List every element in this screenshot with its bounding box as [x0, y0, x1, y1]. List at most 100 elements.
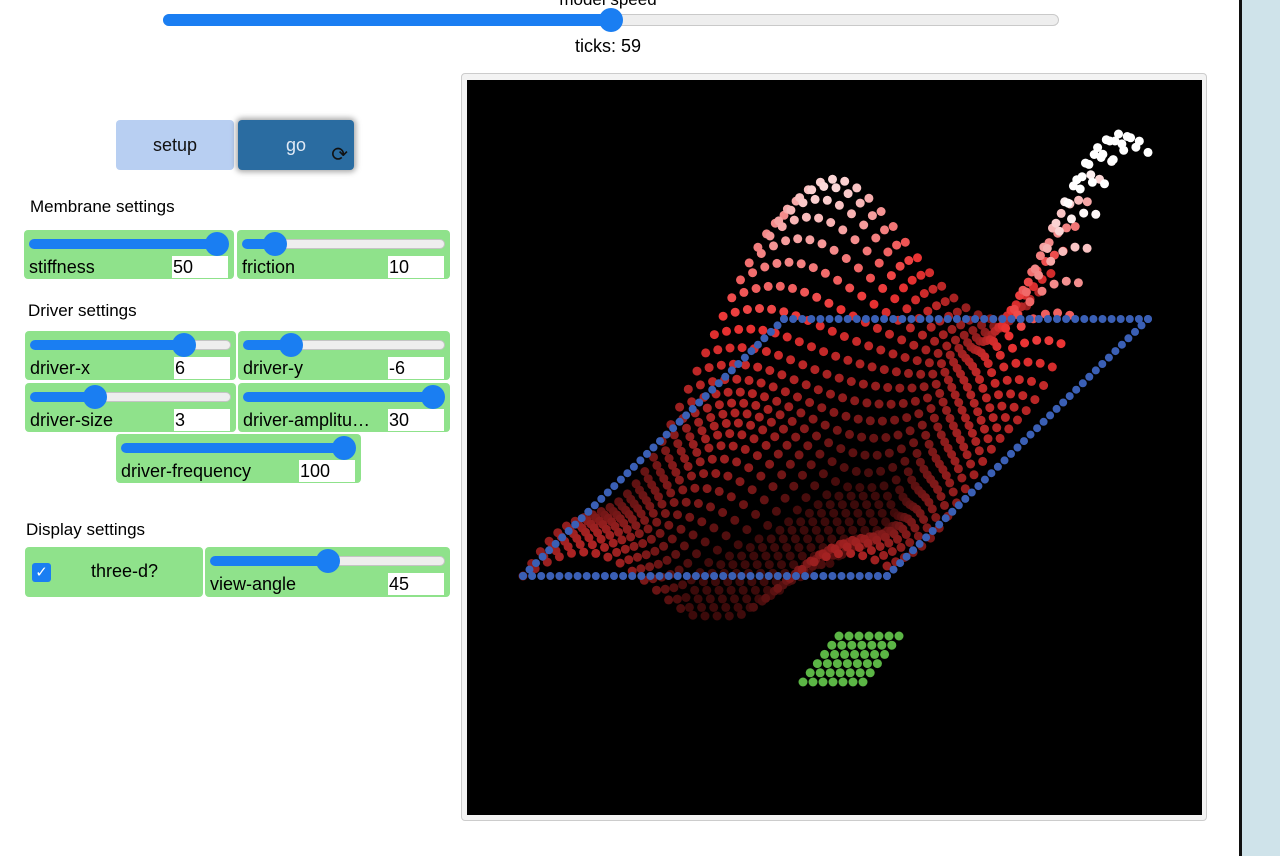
membrane-point	[962, 382, 972, 392]
setup-button[interactable]: setup	[116, 120, 234, 170]
plane-edge-point	[1052, 404, 1061, 413]
membrane-point	[1105, 136, 1115, 146]
slider-thumb[interactable]	[263, 232, 288, 256]
plane-edge-point	[989, 315, 998, 323]
plane-edge-point	[773, 572, 782, 580]
membrane-point	[866, 546, 876, 555]
membrane-point	[785, 551, 795, 561]
three-d-switch[interactable]: ✓ three-d?	[25, 547, 203, 597]
membrane-point	[928, 369, 938, 379]
membrane-point	[923, 306, 933, 316]
plane-edge-point	[1107, 315, 1116, 323]
plane-edge-point	[714, 379, 723, 388]
slider-value[interactable]: 45	[388, 573, 444, 595]
membrane-point	[905, 538, 915, 547]
membrane-point	[900, 237, 910, 247]
driver-y-slider[interactable]: driver-y -6	[238, 331, 450, 380]
membrane-point	[969, 398, 979, 408]
slider-thumb[interactable]	[83, 385, 108, 409]
membrane-point	[1072, 175, 1082, 185]
driver-size-slider[interactable]: driver-size 3	[25, 383, 236, 432]
plane-edge-point	[971, 315, 980, 323]
plane-edge-point	[883, 572, 891, 580]
plane-edge-point	[896, 559, 905, 568]
stiffness-slider[interactable]: stiffness 50	[24, 230, 234, 279]
membrane-point	[744, 463, 754, 473]
slider-value[interactable]: 10	[388, 256, 444, 278]
go-button[interactable]: go ⟳	[238, 120, 354, 170]
plane-edge-point	[728, 572, 737, 580]
membrane-point	[664, 520, 674, 530]
membrane-point	[807, 185, 817, 195]
slider-value[interactable]: 6	[174, 357, 230, 379]
membrane-point	[727, 293, 737, 303]
membrane-point	[907, 383, 917, 393]
membrane-point	[953, 464, 963, 474]
membrane-point	[1079, 208, 1089, 218]
driver-frequency-slider[interactable]: driver-frequency 100	[116, 434, 361, 483]
slider-thumb[interactable]	[171, 333, 196, 357]
membrane-point	[800, 287, 810, 297]
slider-value[interactable]: -6	[388, 357, 444, 379]
membrane-point	[898, 398, 908, 408]
membrane-point	[858, 491, 868, 501]
model-speed-thumb[interactable]	[599, 8, 623, 32]
membrane-point	[888, 462, 898, 472]
membrane-point	[1032, 335, 1042, 345]
membrane-point	[867, 362, 877, 372]
membrane-point	[614, 527, 623, 537]
plane-edge-point	[1007, 315, 1016, 323]
plane-edge-point	[637, 572, 646, 580]
view-angle-slider[interactable]: view-angle 45	[205, 547, 450, 597]
plane-edge-point	[1034, 315, 1043, 323]
membrane-point	[789, 375, 799, 385]
membrane-point	[724, 611, 734, 621]
driver-patch-point	[894, 631, 904, 641]
plane-edge-point	[740, 353, 749, 362]
membrane-point	[845, 283, 855, 293]
membrane-point	[712, 545, 722, 555]
driver-patch-point	[865, 668, 875, 678]
slider-value[interactable]: 50	[172, 256, 228, 278]
membrane-point	[904, 256, 914, 265]
slider-value[interactable]: 3	[174, 409, 230, 431]
slider-fill	[121, 443, 344, 453]
plane-edge-point	[871, 315, 879, 323]
membrane-point	[815, 534, 825, 544]
slider-thumb[interactable]	[315, 549, 340, 573]
slider-thumb[interactable]	[278, 333, 303, 357]
check-icon[interactable]: ✓	[32, 563, 51, 582]
membrane-point	[657, 499, 667, 509]
membrane-point	[851, 466, 861, 476]
membrane-point	[850, 235, 860, 245]
driver-patch-point	[820, 649, 830, 659]
membrane-point	[843, 189, 853, 199]
membrane-point	[822, 369, 832, 379]
plane-edge-point	[673, 572, 682, 580]
driver-amplitude-slider[interactable]: driver-amplitu… 30	[238, 383, 450, 432]
membrane-point	[832, 517, 842, 527]
membrane-point	[815, 449, 825, 459]
slider-value[interactable]: 100	[299, 460, 355, 482]
slider-thumb[interactable]	[332, 436, 356, 460]
membrane-point	[777, 222, 787, 232]
world-view[interactable]	[467, 80, 1202, 815]
driver-patch-point	[870, 649, 880, 659]
membrane-point	[671, 467, 681, 477]
plane-edge-point	[643, 449, 651, 458]
slider-value[interactable]: 30	[388, 409, 444, 431]
membrane-point	[893, 430, 903, 440]
membrane-point	[978, 456, 988, 466]
friction-slider[interactable]: friction 10	[237, 230, 450, 279]
driver-x-slider[interactable]: driver-x 6	[25, 331, 236, 380]
membrane-point	[756, 378, 766, 388]
membrane-point	[1011, 358, 1021, 368]
membrane-point	[742, 409, 752, 419]
membrane-point	[725, 343, 735, 353]
slider-thumb[interactable]	[421, 385, 445, 409]
plane-edge-point	[801, 572, 810, 580]
membrane-point	[641, 550, 651, 560]
plane-edge-point	[925, 315, 934, 323]
membrane-point	[746, 324, 756, 334]
slider-thumb[interactable]	[205, 232, 229, 256]
